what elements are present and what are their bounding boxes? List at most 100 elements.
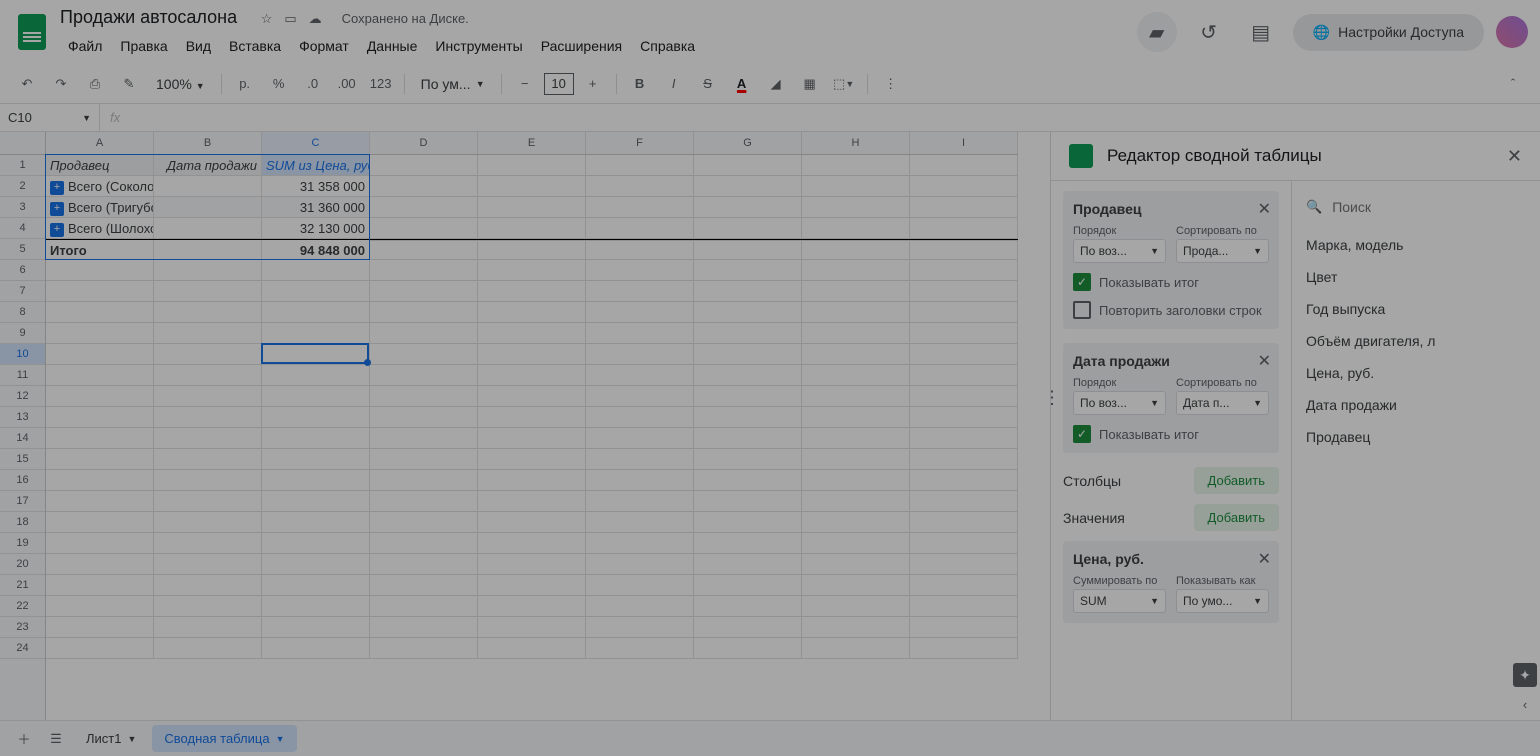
cell[interactable] [910, 240, 1018, 260]
cell[interactable]: 31 360 000 [262, 197, 370, 218]
col-header[interactable]: G [694, 132, 802, 154]
paint-format-button[interactable]: ✎ [114, 69, 144, 99]
row-header[interactable]: 3 [0, 197, 45, 218]
cell[interactable] [694, 240, 802, 260]
menu-data[interactable]: Данные [359, 34, 426, 58]
field-item[interactable]: Год выпуска [1306, 293, 1526, 325]
cell[interactable] [802, 155, 910, 176]
merge-button[interactable]: ⬚ ▼ [829, 69, 859, 99]
cell[interactable] [910, 218, 1018, 239]
close-icon[interactable]: ✕ [1258, 351, 1271, 371]
field-item[interactable]: Объём двигателя, л [1306, 325, 1526, 357]
expand-icon[interactable]: + [50, 223, 64, 237]
inc-decimal-button[interactable]: .00 [332, 69, 362, 99]
cell[interactable] [154, 218, 262, 239]
row-header[interactable]: 17 [0, 491, 45, 512]
avatar[interactable] [1496, 16, 1528, 48]
dec-decimal-button[interactable]: .0 [298, 69, 328, 99]
col-header[interactable]: H [802, 132, 910, 154]
currency-button[interactable]: р. [230, 69, 260, 99]
row-header[interactable]: 14 [0, 428, 45, 449]
col-header[interactable]: E [478, 132, 586, 154]
menu-file[interactable]: Файл [60, 34, 110, 58]
name-box[interactable]: C10▼ [0, 104, 100, 131]
row-header[interactable]: 15 [0, 449, 45, 470]
borders-button[interactable]: ▦ [795, 69, 825, 99]
col-header[interactable]: I [910, 132, 1018, 154]
close-icon[interactable]: ✕ [1258, 549, 1271, 569]
cell[interactable] [478, 155, 586, 176]
drag-handle-icon[interactable]: ⋮ [1051, 388, 1061, 409]
show-as-select[interactable]: По умо...▼ [1176, 589, 1269, 613]
row-header[interactable]: 23 [0, 617, 45, 638]
cell[interactable] [370, 155, 478, 176]
row-header[interactable]: 10 [0, 344, 45, 365]
cell[interactable]: Продавец [46, 155, 154, 176]
more-button[interactable]: ⋮ [876, 69, 906, 99]
cell[interactable] [478, 240, 586, 260]
cell[interactable]: Итого [46, 240, 154, 260]
field-item[interactable]: Цена, руб. [1306, 357, 1526, 389]
order-select[interactable]: По воз...▼ [1073, 391, 1166, 415]
redo-button[interactable]: ↷ [46, 69, 76, 99]
select-all-corner[interactable] [0, 132, 46, 155]
cell[interactable] [478, 197, 586, 218]
cell[interactable] [370, 197, 478, 218]
spreadsheet-grid[interactable]: A B C D E F G H I 1 2 3 4 5 [0, 132, 1050, 720]
cell[interactable] [694, 155, 802, 176]
repeat-headers-checkbox[interactable] [1073, 301, 1091, 319]
cell[interactable] [910, 197, 1018, 218]
cell[interactable] [586, 176, 694, 197]
cell[interactable] [154, 197, 262, 218]
cell[interactable] [370, 240, 478, 260]
col-header[interactable]: B [154, 132, 262, 154]
bold-button[interactable]: B [625, 69, 655, 99]
row-header[interactable]: 19 [0, 533, 45, 554]
font-size-input[interactable]: 10 [544, 73, 574, 95]
sort-select[interactable]: Дата п...▼ [1176, 391, 1269, 415]
cell[interactable] [802, 218, 910, 239]
inc-font-button[interactable]: + [578, 69, 608, 99]
summarize-select[interactable]: SUM▼ [1073, 589, 1166, 613]
explore-button[interactable]: ✦ [1513, 663, 1537, 687]
doc-title[interactable]: Продажи автосалона [60, 7, 237, 28]
menu-format[interactable]: Формат [291, 34, 357, 58]
row-header[interactable]: 12 [0, 386, 45, 407]
field-item[interactable]: Дата продажи [1306, 389, 1526, 421]
all-sheets-button[interactable]: ☰ [40, 723, 72, 755]
percent-button[interactable]: % [264, 69, 294, 99]
font-select[interactable]: По ум...▼ [413, 76, 493, 92]
fill-color-button[interactable]: ◢ [761, 69, 791, 99]
row-header[interactable]: 7 [0, 281, 45, 302]
sheet-tab[interactable]: Лист1▼ [74, 725, 148, 752]
row-header[interactable]: 9 [0, 323, 45, 344]
zoom-select[interactable]: 100% ▼ [148, 76, 213, 92]
row-header[interactable]: 4 [0, 218, 45, 239]
cell[interactable] [478, 176, 586, 197]
menu-tools[interactable]: Инструменты [427, 34, 530, 58]
menu-insert[interactable]: Вставка [221, 34, 289, 58]
cell[interactable]: 94 848 000 [262, 240, 370, 260]
order-select[interactable]: По воз...▼ [1073, 239, 1166, 263]
cell[interactable] [694, 218, 802, 239]
text-color-button[interactable]: A [727, 69, 757, 99]
print-button[interactable]: ⎙ [80, 69, 110, 99]
show-total-checkbox[interactable]: ✓ [1073, 425, 1091, 443]
row-header[interactable]: 21 [0, 575, 45, 596]
cell[interactable] [586, 197, 694, 218]
cell[interactable] [586, 240, 694, 260]
share-button[interactable]: 🌐 Настройки Доступа [1293, 14, 1484, 51]
field-item[interactable]: Продавец [1306, 421, 1526, 453]
cell[interactable]: +Всего (Тригубов М.) [46, 197, 154, 218]
cell[interactable] [370, 218, 478, 239]
cell[interactable] [586, 155, 694, 176]
close-icon[interactable]: ✕ [1258, 199, 1271, 219]
move-icon[interactable]: ▭ [284, 11, 296, 27]
italic-button[interactable]: I [659, 69, 689, 99]
cell[interactable] [586, 218, 694, 239]
side-panel-toggle[interactable]: ‹ [1523, 697, 1527, 712]
cell[interactable] [154, 176, 262, 197]
row-header[interactable]: 20 [0, 554, 45, 575]
sort-select[interactable]: Прода...▼ [1176, 239, 1269, 263]
undo-button[interactable]: ↶ [12, 69, 42, 99]
